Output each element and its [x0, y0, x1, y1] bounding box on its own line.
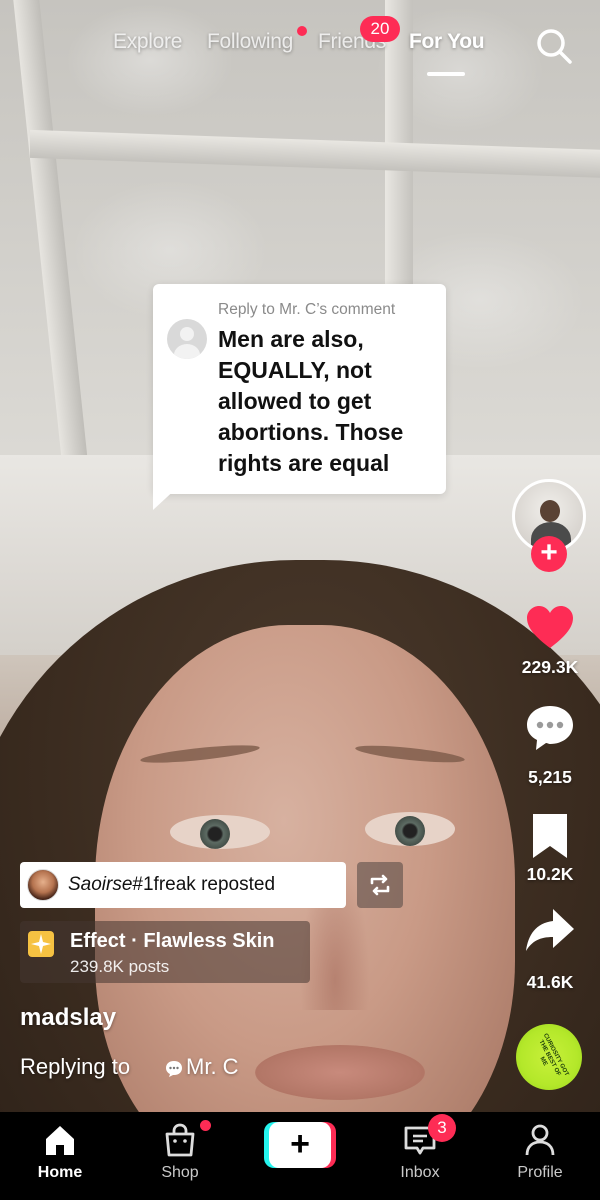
share-count: 41.6K: [526, 972, 574, 992]
save-count: 10.2K: [526, 864, 574, 884]
music-disc-label: CURIOSITY GOT THE BEST OF ME: [537, 1032, 570, 1078]
creator-username[interactable]: madslay: [20, 1004, 116, 1032]
replying-to-label: Replying to: [20, 1054, 131, 1079]
create-plus-icon: +: [269, 1122, 331, 1168]
tab-profile[interactable]: Profile: [490, 1112, 590, 1200]
sparkle-effect-icon: [28, 931, 54, 957]
repost-button[interactable]: [357, 862, 403, 908]
video-eye: [365, 812, 455, 846]
like-count: 229.3K: [521, 657, 579, 677]
replying-to-user[interactable]: Mr. C: [186, 1054, 239, 1080]
reposter-name: Saoirse: [68, 874, 133, 895]
bookmark-icon[interactable]: [524, 810, 576, 862]
repost-text: Saoirse#1freak reposted: [68, 874, 275, 896]
repost-rest: #1freak reposted: [132, 874, 276, 895]
tab-shop-label: Shop: [161, 1164, 199, 1181]
top-nav: Explore Following Friends 20 For You: [0, 16, 600, 84]
reposter-avatar: [27, 869, 59, 901]
tab-profile-label: Profile: [517, 1164, 563, 1181]
active-tab-indicator: [427, 72, 465, 76]
reply-sticker-tail: [153, 486, 179, 510]
comment-bubble-icon: [166, 1061, 182, 1077]
tab-inbox-label: Inbox: [400, 1164, 440, 1181]
music-disc[interactable]: CURIOSITY GOT THE BEST OF ME: [516, 1024, 582, 1090]
create-button[interactable]: +: [264, 1122, 336, 1168]
tab-for-you[interactable]: For You: [409, 30, 485, 54]
inbox-count-badge: 3: [428, 1114, 456, 1142]
commenter-avatar: [167, 319, 207, 359]
repost-banner[interactable]: Saoirse#1freak reposted: [20, 862, 346, 908]
reply-to-label: Reply to Mr. C’s comment: [218, 301, 396, 318]
tab-shop[interactable]: Shop: [130, 1112, 230, 1200]
share-icon[interactable]: [524, 905, 576, 957]
tab-home[interactable]: Home: [10, 1112, 110, 1200]
tab-following[interactable]: Following: [207, 30, 293, 54]
shop-notification-dot: [200, 1120, 211, 1131]
search-icon[interactable]: [534, 26, 574, 66]
reply-comment-sticker[interactable]: Reply to Mr. C’s comment Men are also, E…: [153, 284, 446, 494]
friends-count-badge: 20: [360, 16, 400, 42]
repost-icon: [370, 874, 390, 896]
following-new-dot: [297, 26, 307, 36]
comment-icon[interactable]: [524, 702, 576, 754]
effect-title: Effect · Flawless Skin: [70, 930, 275, 952]
bottom-tab-bar: Home Shop + Inbox 3 Profile: [0, 1112, 600, 1200]
heart-icon[interactable]: [524, 602, 576, 654]
reply-comment-text: Men are also, EQUALLY, not allowed to ge…: [218, 326, 404, 476]
comment-count: 5,215: [528, 767, 572, 787]
shop-bag-icon: [165, 1123, 195, 1157]
video-eye: [170, 815, 270, 849]
profile-icon: [525, 1124, 555, 1156]
follow-button[interactable]: +: [531, 536, 567, 572]
effect-post-count: 239.8K posts: [70, 957, 170, 976]
tab-explore[interactable]: Explore: [113, 30, 182, 54]
video-lips: [255, 1045, 425, 1100]
tab-home-label: Home: [37, 1164, 83, 1181]
home-icon: [46, 1126, 74, 1155]
effect-link[interactable]: Effect · Flawless Skin 239.8K posts: [20, 921, 310, 983]
